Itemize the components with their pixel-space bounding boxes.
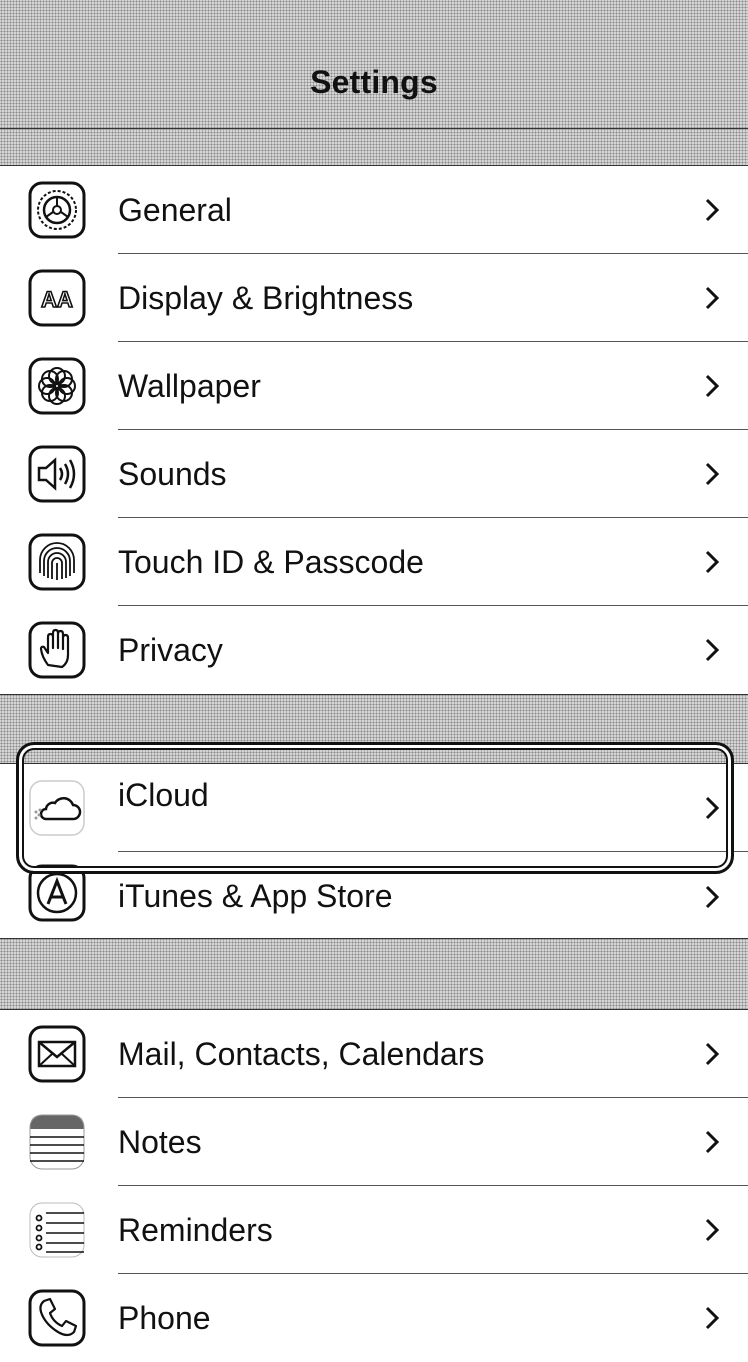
cloud-icon [28,779,86,837]
chevron-right-icon [705,1306,720,1330]
settings-row-notes[interactable]: Notes [0,1098,748,1186]
wallpaper-flower-icon [28,357,86,415]
settings-row-icloud[interactable]: iCloud [0,764,748,852]
settings-row-label: Wallpaper [118,368,261,404]
settings-row-wallpaper[interactable]: Wallpaper [0,342,748,430]
settings-row-mail-contacts-calendars[interactable]: Mail, Contacts, Calendars [0,1010,748,1098]
display-brightness-icon: AA [28,269,86,327]
settings-row-reminders[interactable]: Reminders [0,1186,748,1274]
settings-row-general[interactable]: General [0,166,748,254]
section-gap [0,694,748,764]
settings-row-label: iTunes & App Store [118,878,393,914]
hand-icon [28,621,86,679]
chevron-right-icon [705,638,720,662]
settings-row-itunes-app-store[interactable]: iTunes & App Store [0,852,748,938]
fingerprint-icon [28,533,86,591]
settings-row-label: Sounds [118,456,227,492]
settings-row-label: General [118,192,232,228]
settings-row-label: Phone [118,1300,211,1336]
settings-row-label: iCloud [118,777,209,813]
settings-row-label: Display & Brightness [118,280,414,316]
notes-icon [28,1113,86,1171]
settings-row-display-brightness[interactable]: AA Display & Brightness [0,254,748,342]
chevron-right-icon [705,550,720,574]
section-gap [0,128,748,166]
chevron-right-icon [705,796,720,820]
settings-row-privacy[interactable]: Privacy [0,606,748,694]
svg-text:AA: AA [41,287,73,312]
app-store-icon [28,864,86,922]
settings-row-label: Touch ID & Passcode [118,544,424,580]
phone-icon [28,1289,86,1347]
settings-row-sounds[interactable]: Sounds [0,430,748,518]
chevron-right-icon [705,286,720,310]
section-gap [0,938,748,1010]
settings-row-phone[interactable]: Phone [0,1274,748,1362]
settings-row-label: Privacy [118,632,223,668]
page-title: Settings [310,64,438,100]
gear-icon [28,181,86,239]
chevron-right-icon [705,1130,720,1154]
settings-row-label: Mail, Contacts, Calendars [118,1036,485,1072]
speaker-icon [28,445,86,503]
chevron-right-icon [705,1042,720,1066]
settings-row-label: Notes [118,1124,202,1160]
chevron-right-icon [705,374,720,398]
settings-row-label: Reminders [118,1212,273,1248]
chevron-right-icon [705,198,720,222]
navigation-bar: Settings [0,0,748,128]
settings-row-touch-id-passcode[interactable]: Touch ID & Passcode [0,518,748,606]
mail-icon [28,1025,86,1083]
chevron-right-icon [705,1218,720,1242]
chevron-right-icon [705,462,720,486]
reminders-icon [28,1201,86,1259]
chevron-right-icon [705,885,720,909]
